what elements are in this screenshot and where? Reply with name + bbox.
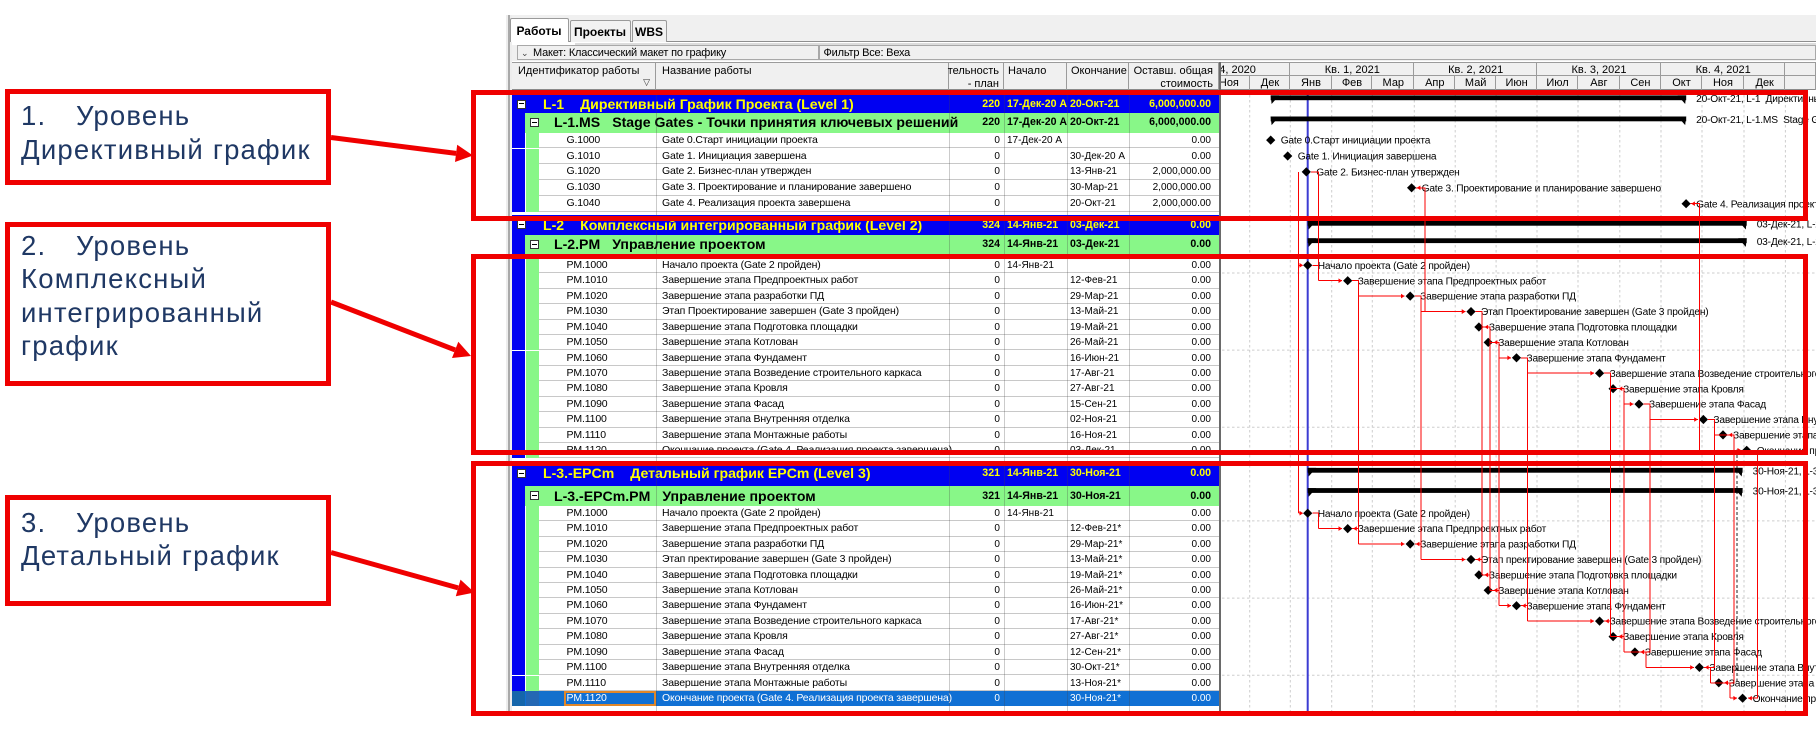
svg-text:03-Дек-21, L-2: 03-Дек-21, L-2: [1757, 220, 1816, 231]
svg-text:03-Дек-21, L-2.PM: 03-Дек-21, L-2.PM: [1757, 237, 1816, 248]
